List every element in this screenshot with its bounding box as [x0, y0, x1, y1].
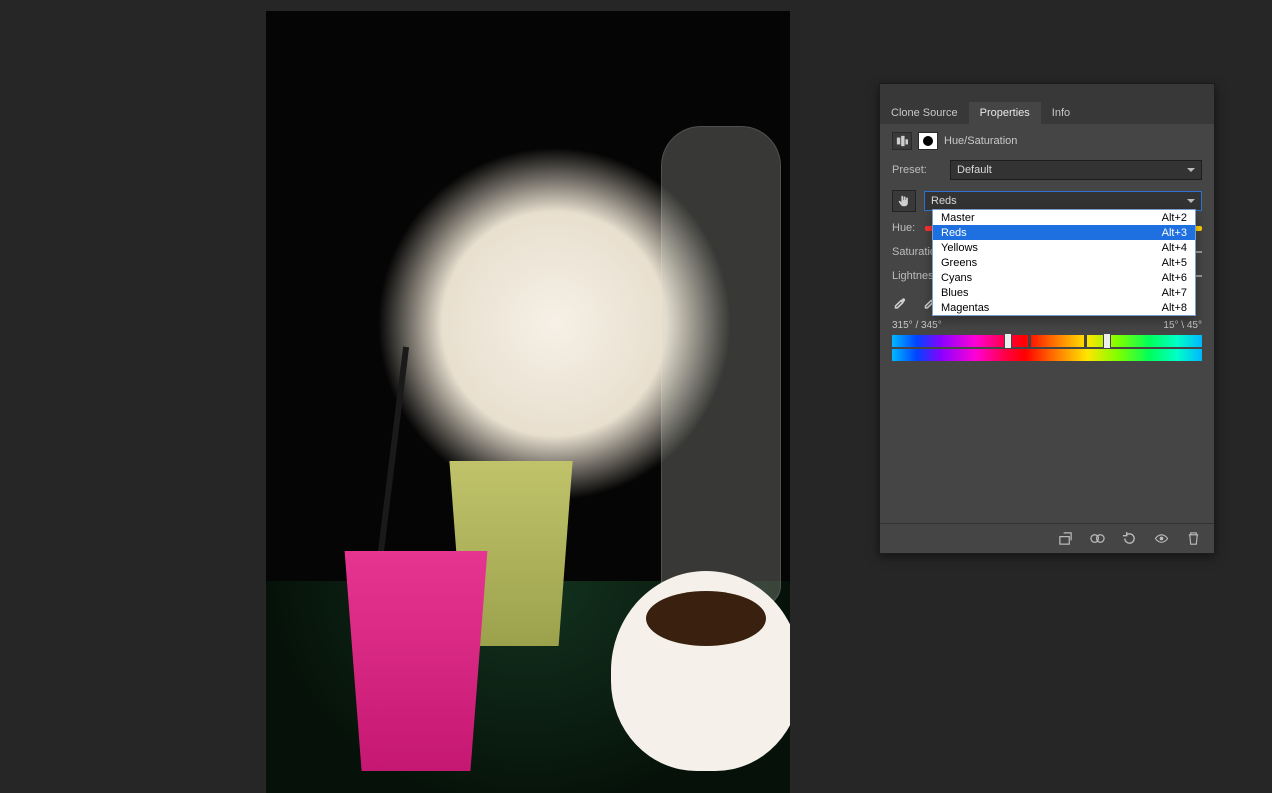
option-shortcut: Alt+6 [1162, 272, 1187, 284]
properties-body: Hue/Saturation Preset: Default Reds Hue:… [880, 124, 1214, 523]
channel-select[interactable]: Reds [924, 191, 1202, 211]
preset-label: Preset: [892, 164, 942, 176]
option-shortcut: Alt+8 [1162, 302, 1187, 314]
channel-option-greens[interactable]: Greens Alt+5 [933, 255, 1195, 270]
option-shortcut: Alt+2 [1162, 212, 1187, 224]
visibility-icon[interactable] [1152, 530, 1170, 548]
range-marker[interactable] [1004, 333, 1012, 349]
tab-properties[interactable]: Properties [969, 102, 1041, 124]
eyedropper-icon[interactable] [892, 294, 910, 312]
option-label: Yellows [941, 242, 978, 254]
option-label: Blues [941, 287, 969, 299]
tab-info[interactable]: Info [1041, 102, 1081, 124]
channel-value: Reds [931, 195, 957, 207]
channel-option-cyans[interactable]: Cyans Alt+6 [933, 270, 1195, 285]
tab-clone-source[interactable]: Clone Source [880, 102, 969, 124]
option-shortcut: Alt+7 [1162, 287, 1187, 299]
option-label: Greens [941, 257, 977, 269]
targeted-adjust-tool[interactable] [892, 190, 916, 212]
photo-coffee [646, 591, 766, 646]
range-falloff-marker[interactable] [1084, 333, 1087, 349]
range-right: 15° \ 45° [1163, 320, 1202, 331]
channel-option-blues[interactable]: Blues Alt+7 [933, 285, 1195, 300]
range-marker[interactable] [1103, 333, 1111, 349]
delete-icon[interactable] [1184, 530, 1202, 548]
adjustment-type-icon[interactable] [892, 132, 912, 150]
option-label: Magentas [941, 302, 989, 314]
panel-topbar [880, 84, 1214, 102]
option-label: Reds [941, 227, 967, 239]
hue-label: Hue: [892, 222, 915, 234]
layer-mask-icon[interactable] [918, 132, 938, 150]
option-label: Master [941, 212, 975, 224]
reset-icon[interactable] [1120, 530, 1138, 548]
range-left: 315° / 345° [892, 320, 942, 331]
clip-to-layer-icon[interactable] [1056, 530, 1074, 548]
panel-footer [880, 523, 1214, 553]
option-label: Cyans [941, 272, 972, 284]
view-previous-state-icon[interactable] [1088, 530, 1106, 548]
channel-option-yellows[interactable]: Yellows Alt+4 [933, 240, 1195, 255]
preset-value: Default [957, 164, 992, 176]
hue-range-top-strip[interactable] [892, 335, 1202, 347]
channel-dropdown-list[interactable]: Master Alt+2 Reds Alt+3 Yellows Alt+4 Gr… [932, 209, 1196, 316]
preset-select[interactable]: Default [950, 160, 1202, 180]
properties-panel: Clone Source Properties Info Hue/Saturat… [879, 83, 1215, 554]
photo-bottle [661, 126, 781, 606]
adjustment-name: Hue/Saturation [944, 135, 1017, 147]
panel-tabs: Clone Source Properties Info [880, 102, 1214, 124]
option-shortcut: Alt+4 [1162, 242, 1187, 254]
hue-range-bottom-strip [892, 349, 1202, 361]
document-canvas[interactable] [266, 11, 790, 793]
channel-option-master[interactable]: Master Alt+2 [933, 210, 1195, 225]
range-falloff-marker[interactable] [1028, 333, 1031, 349]
option-shortcut: Alt+5 [1162, 257, 1187, 269]
channel-option-reds[interactable]: Reds Alt+3 [933, 225, 1195, 240]
option-shortcut: Alt+3 [1162, 227, 1187, 239]
channel-option-magentas[interactable]: Magentas Alt+8 [933, 300, 1195, 315]
